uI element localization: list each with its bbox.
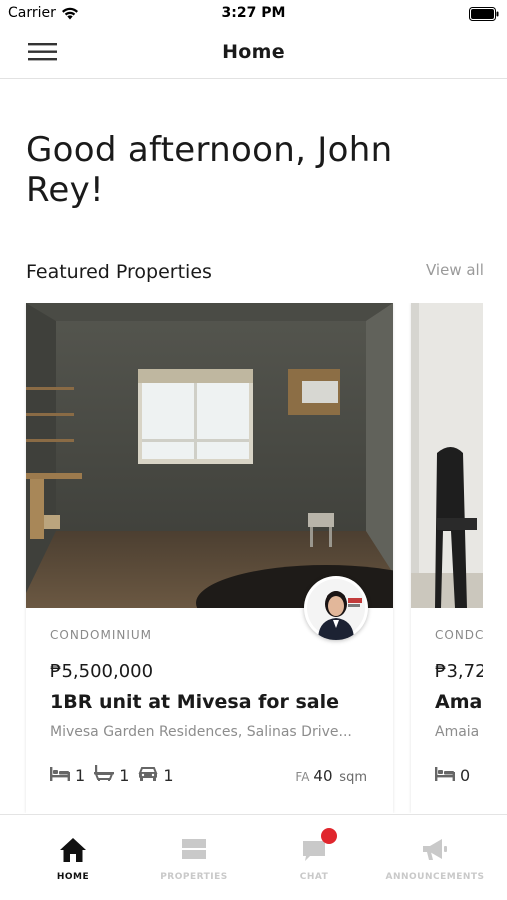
parking-count: 1 [163, 765, 174, 785]
featured-properties-title: Featured Properties [26, 261, 212, 283]
bed-icon [50, 766, 70, 785]
property-price: ₱3,72 [435, 661, 483, 682]
properties-icon [131, 837, 257, 865]
floor-area: FA 40 sqm [295, 767, 367, 785]
status-bar: Carrier 3:27 PM [0, 0, 507, 28]
tab-label: HOME [56, 872, 90, 882]
tab-announcements[interactable]: ANNOUNCEMENTS [372, 815, 498, 900]
property-address: Mivesa Garden Residences, Salinas Drive.… [50, 724, 352, 740]
bed-icon [435, 766, 455, 785]
greeting-heading: Good afternoon, John Rey! [26, 130, 393, 210]
bathtub-icon [94, 765, 115, 785]
tab-label: PROPERTIES [160, 872, 228, 882]
car-icon [138, 766, 158, 785]
navigation-bar: Home [0, 28, 507, 79]
property-card[interactable]: CONDOMINIUM ₱5,500,000 1BR unit at Mives… [26, 303, 393, 813]
home-icon [10, 837, 136, 865]
agent-avatar[interactable] [304, 576, 368, 640]
tab-chat[interactable]: CHAT [251, 815, 377, 900]
page-title: Home [222, 41, 285, 63]
featured-properties-carousel[interactable]: CONDOMINIUM ₱5,500,000 1BR unit at Mives… [0, 303, 483, 813]
property-amenities: 0 [435, 765, 479, 785]
property-card[interactable]: CONDC ₱3,72 Ama Amaia 0 [411, 303, 483, 813]
bedroom-count: 1 [75, 765, 86, 785]
floor-area-value: 40 [313, 767, 333, 785]
property-name: 1BR unit at Mivesa for sale [50, 691, 339, 713]
property-photo [411, 303, 483, 608]
floor-area-label: FA [295, 770, 310, 784]
chat-icon [251, 837, 377, 865]
tab-properties[interactable]: PROPERTIES [131, 815, 257, 900]
property-price: ₱5,500,000 [50, 661, 154, 682]
status-time: 3:27 PM [221, 5, 286, 21]
megaphone-icon [372, 837, 498, 865]
property-type: CONDOMINIUM [50, 628, 153, 642]
property-photo [26, 303, 393, 608]
tab-label: CHAT [299, 872, 329, 882]
tab-label: ANNOUNCEMENTS [385, 872, 485, 882]
bathroom-count: 1 [119, 765, 130, 785]
floor-area-unit: sqm [339, 770, 367, 785]
property-name: Ama [435, 691, 483, 713]
tab-bar: HOME PROPERTIES CHAT ANNOUNCEMENTS [0, 814, 507, 900]
property-amenities: 1 1 1 [50, 765, 183, 785]
tab-home[interactable]: HOME [10, 815, 136, 900]
bedroom-count: 0 [460, 765, 471, 785]
chat-notification-badge [321, 828, 337, 844]
battery-icon [469, 6, 499, 25]
view-all-link[interactable]: View all [426, 261, 484, 279]
property-address: Amaia [435, 724, 480, 740]
property-type: CONDC [435, 628, 483, 642]
